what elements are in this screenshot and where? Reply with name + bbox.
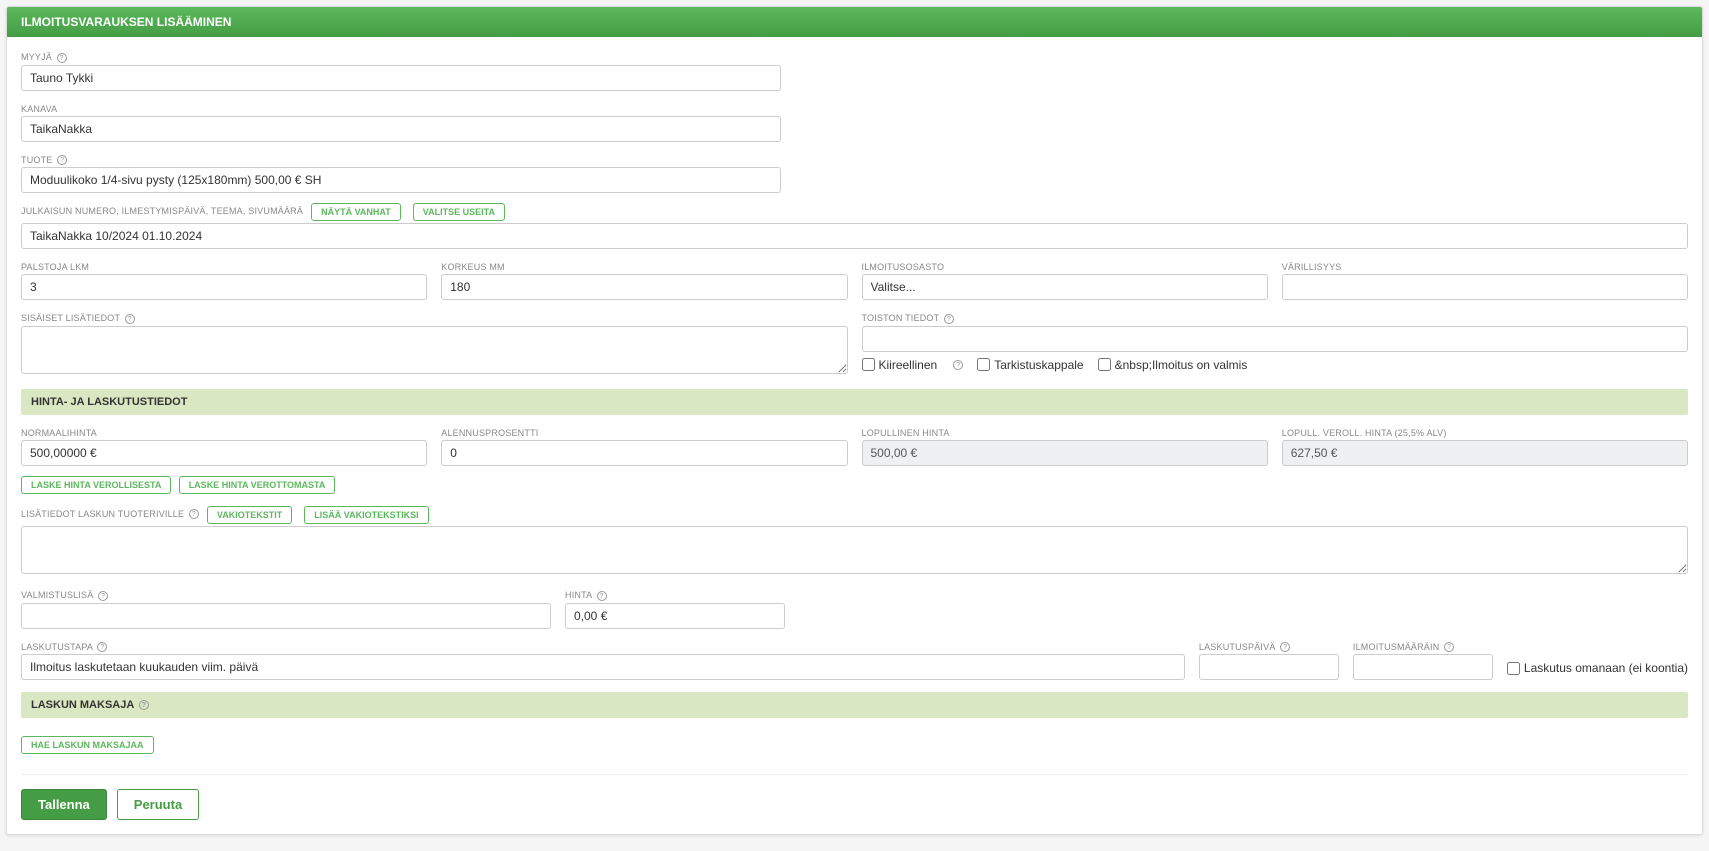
laskutuspaiva-input[interactable]	[1199, 654, 1339, 680]
toiston-label: TOISTON TIEDOT	[862, 313, 954, 324]
valitse-useita-button[interactable]: VALITSE USEITA	[413, 203, 505, 221]
check-kiireellinen[interactable]: Kiireellinen	[862, 358, 938, 372]
lopull-veroll-label: LOPULL. VEROLL. HINTA (25,5% ALV)	[1282, 428, 1447, 438]
lopullinen-label: LOPULLINEN HINTA	[862, 428, 950, 438]
ilmoitusosasto-select[interactable]	[862, 274, 1268, 300]
help-icon[interactable]	[139, 700, 149, 710]
alennusprosentti-label: ALENNUSPROSENTTI	[441, 428, 538, 438]
main-panel: ILMOITUSVARAUKSEN LISÄÄMINEN MYYJÄ KANAV…	[6, 6, 1703, 835]
laskutustapa-input[interactable]	[21, 654, 1185, 680]
help-icon[interactable]	[1280, 642, 1290, 652]
korkeus-label: KORKEUS MM	[441, 262, 505, 272]
varillisyys-label: VÄRILLISYYS	[1282, 262, 1342, 272]
varillisyys-input[interactable]	[1282, 274, 1688, 300]
check-ilmoitus-valmis[interactable]: &nbsp;Ilmoitus on valmis	[1098, 358, 1248, 372]
help-icon[interactable]	[98, 591, 108, 601]
help-icon[interactable]	[597, 591, 607, 601]
alennusprosentti-input[interactable]	[441, 440, 847, 466]
lopull-veroll-input	[1282, 440, 1688, 466]
kanava-label: KANAVA	[21, 104, 57, 114]
hinta-input[interactable]	[565, 603, 785, 629]
ilmoitusmaarain-label: ILMOITUSMÄÄRÄIN	[1353, 642, 1454, 653]
korkeus-input[interactable]	[441, 274, 847, 300]
lisatiedot-textarea[interactable]	[21, 526, 1688, 574]
sisaiset-textarea[interactable]	[21, 326, 848, 374]
ilmoitus-valmis-checkbox[interactable]	[1098, 358, 1111, 371]
tarkistuskappale-checkbox[interactable]	[977, 358, 990, 371]
laskutus-omanaan-checkbox[interactable]	[1507, 662, 1520, 675]
nayta-vanhat-button[interactable]: NÄYTÄ VANHAT	[311, 203, 401, 221]
kiireellinen-checkbox[interactable]	[862, 358, 875, 371]
help-icon[interactable]	[125, 314, 135, 324]
help-icon[interactable]	[189, 509, 199, 519]
toiston-input[interactable]	[862, 326, 1689, 352]
ilmoitusosasto-label: ILMOITUSOSASTO	[862, 262, 945, 272]
valmistuslisa-input[interactable]	[21, 603, 551, 629]
tallenna-button[interactable]: Tallenna	[21, 789, 107, 820]
vakiotekstit-button[interactable]: VAKIOTEKSTIT	[207, 506, 292, 524]
help-icon[interactable]	[944, 314, 954, 324]
hinta-section-header: HINTA- JA LASKUTUSTIEDOT	[21, 389, 1688, 415]
myyja-label: MYYJÄ	[21, 52, 67, 63]
valmistuslisa-label: VALMISTUSLISÄ	[21, 590, 108, 601]
ilmoitusmaarain-input[interactable]	[1353, 654, 1493, 680]
palstoja-label: PALSTOJA LKM	[21, 262, 89, 272]
lopullinen-input	[862, 440, 1268, 466]
maksaja-section-header: LASKUN MAKSAJA	[21, 692, 1688, 718]
kanava-input[interactable]	[21, 116, 781, 142]
panel-title: ILMOITUSVARAUKSEN LISÄÄMINEN	[7, 7, 1702, 37]
laskutustapa-label: LASKUTUSTAPA	[21, 642, 107, 653]
myyja-input[interactable]	[21, 65, 781, 91]
help-icon[interactable]	[57, 155, 67, 165]
help-icon[interactable]	[953, 360, 963, 370]
check-tarkistuskappale[interactable]: Tarkistuskappale	[977, 358, 1083, 372]
julkaisu-input[interactable]	[21, 223, 1688, 249]
check-laskutus-omanaan[interactable]: Laskutus omanaan (ei koontia)	[1507, 661, 1688, 675]
sisaiset-label: SISÄISET LISÄTIEDOT	[21, 313, 135, 324]
laske-verottomasta-button[interactable]: LASKE HINTA VEROTTOMASTA	[179, 476, 336, 494]
help-icon[interactable]	[57, 53, 67, 63]
laske-verollisesta-button[interactable]: LASKE HINTA VEROLLISESTA	[21, 476, 171, 494]
hinta-label: HINTA	[565, 590, 607, 601]
peruuta-button[interactable]: Peruuta	[117, 789, 199, 820]
laskutuspaiva-label: LASKUTUSPÄIVÄ	[1199, 642, 1290, 653]
normaalihinta-label: NORMAALIHINTA	[21, 428, 97, 438]
julkaisu-label: JULKAISUN NUMERO, ILMESTYMISPÄIVÄ, TEEMA…	[21, 206, 303, 216]
tuote-label: TUOTE	[21, 155, 67, 166]
help-icon[interactable]	[97, 642, 107, 652]
help-icon[interactable]	[1444, 642, 1454, 652]
normaalihinta-input[interactable]	[21, 440, 427, 466]
lisatiedot-label: LISÄTIEDOT LASKUN TUOTERIVILLE	[21, 509, 199, 520]
hae-maksajaa-button[interactable]: HAE LASKUN MAKSAJAA	[21, 736, 154, 754]
tuote-input[interactable]	[21, 167, 781, 193]
palstoja-input[interactable]	[21, 274, 427, 300]
lisaa-vakiotekstiksi-button[interactable]: LISÄÄ VAKIOTEKSTIKSI	[304, 506, 428, 524]
divider	[21, 774, 1688, 775]
